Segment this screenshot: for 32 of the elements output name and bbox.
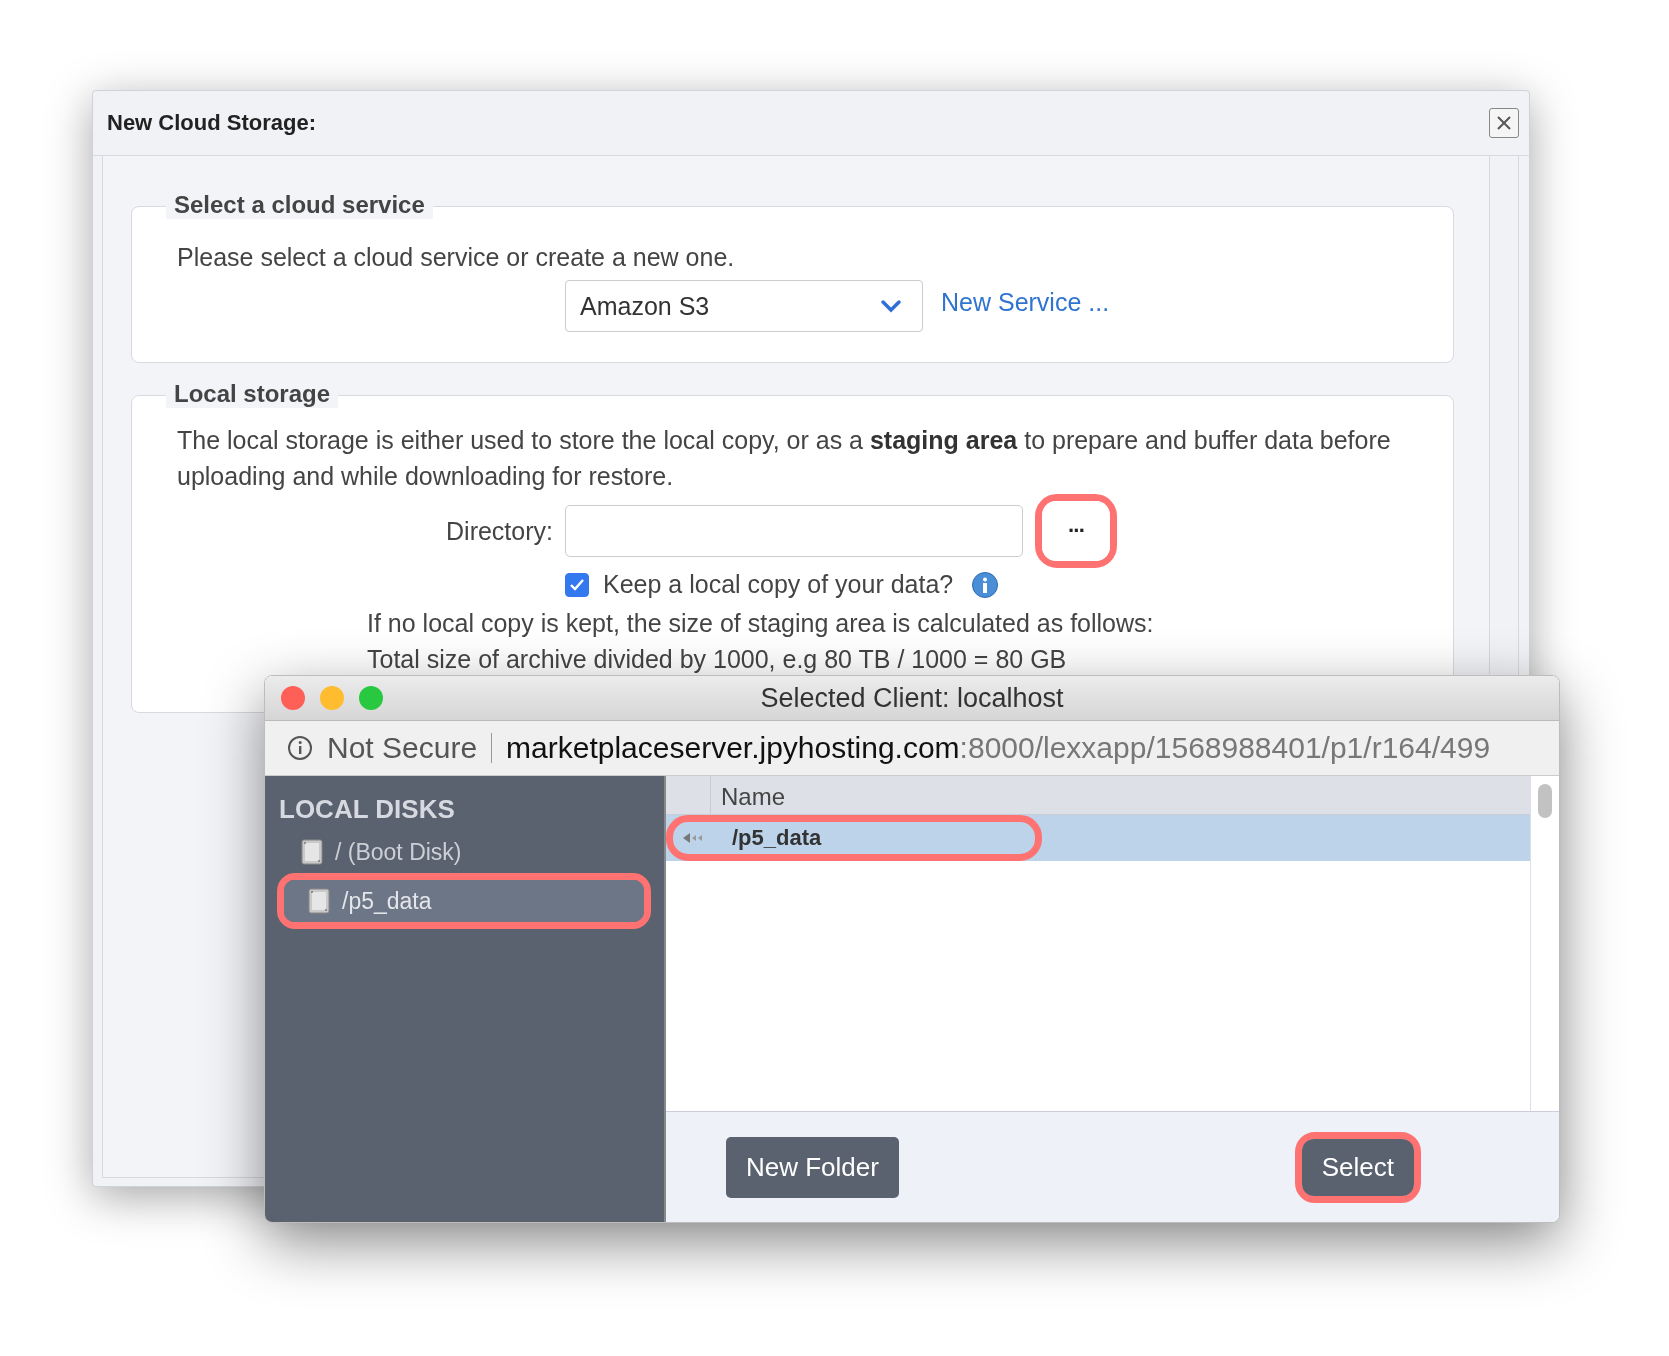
info-icon xyxy=(287,735,313,761)
browse-button[interactable]: ··· xyxy=(1042,501,1110,561)
close-icon xyxy=(1496,115,1512,131)
section-text: Please select a cloud service or create a new one. xyxy=(177,243,736,272)
sidebar-heading: LOCAL DISKS xyxy=(278,794,456,825)
directory-field[interactable] xyxy=(565,505,1023,557)
sidebar-item[interactable]: / (Boot Disk) xyxy=(265,833,664,871)
checkbox-label: Keep a local copy of your data? xyxy=(603,570,954,599)
minimize-button[interactable] xyxy=(320,686,344,710)
sidebar-item[interactable]: /p5_data xyxy=(284,880,644,922)
back-arrow-icon xyxy=(682,831,704,845)
column-header: Name xyxy=(720,782,787,812)
dialog-title: New Cloud Storage: xyxy=(107,110,316,136)
info-icon xyxy=(971,570,1000,599)
address-url[interactable]: marketplaceserver.jpyhosting.com:8000/lexxapp/1568988401/p1/r164/499 xyxy=(506,731,1491,765)
chevron-down-icon xyxy=(880,299,902,313)
zoom-button[interactable] xyxy=(359,686,383,710)
note-text: If no local copy is kept, the size of staging area is calculated as follows: xyxy=(367,608,1155,639)
directory-label: Directory: xyxy=(445,516,553,546)
service-dropdown[interactable]: Amazon S3 xyxy=(565,280,923,332)
note-text: Total size of archive divided by 1000, e.g 80 TB / 1000 = 80 GB xyxy=(367,644,1068,675)
checkbox[interactable] xyxy=(565,572,589,597)
section-text: The local storage is either used to store the local copy, or as a staging area to prepare and buffer data before uploading and while downloading for restore. xyxy=(177,425,1392,492)
checkmark-icon xyxy=(569,577,585,592)
security-label: Not Secure xyxy=(327,731,478,765)
close-button[interactable] xyxy=(1489,108,1519,138)
new-service-link[interactable]: New Service ... xyxy=(941,287,1110,317)
window-title: Selected Client: localhost xyxy=(760,682,1064,714)
dialog-button[interactable]: Select xyxy=(1301,1138,1414,1196)
dialog-button[interactable]: New Folder xyxy=(726,1136,899,1198)
file-row[interactable]: /p5_data xyxy=(666,815,1530,861)
scrollbar-thumb[interactable] xyxy=(1538,784,1552,818)
